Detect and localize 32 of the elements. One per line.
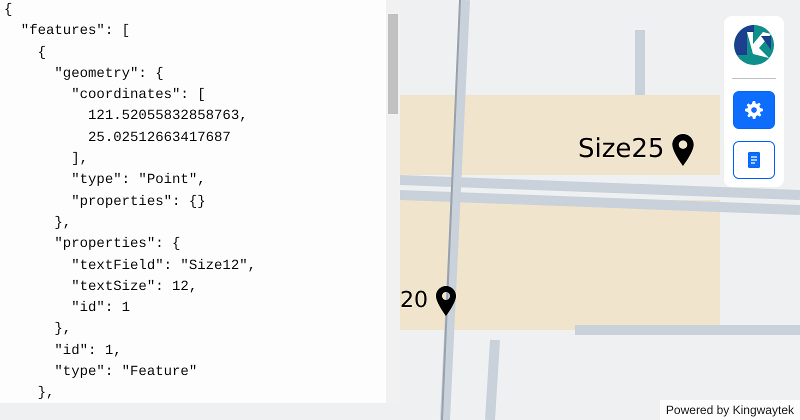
code-line: "type": "Point", [70,171,206,190]
code-line: "type": "Feature" [53,363,198,382]
document-button[interactable] [733,141,775,179]
attribution-text: Powered by Kingwaytek [660,400,800,420]
code-line: "textField": "Size12", [70,256,256,276]
code-line: "textSize": 12, [70,278,198,297]
document-icon [748,152,760,168]
settings-icon [745,101,763,119]
settings-button[interactable] [733,91,775,129]
code-line: "properties": { [53,235,180,254]
code-line: 25.02512663417687 [87,128,231,148]
code-line: "id": 1 [70,299,130,318]
code-line: "features": [ [20,22,130,42]
map-pin-icon [436,286,456,316]
code-line: ], [70,150,88,170]
code-line: 121.52055832858763, [87,107,248,126]
code-line: "id": 1, [53,342,122,361]
map-pin-icon [672,134,694,166]
code-line: { [36,44,46,63]
code-line: }, [36,384,54,403]
code-line: }, [53,320,72,340]
marker-label: 20 [400,287,428,315]
code-line: }, [53,214,72,233]
code-line: { [4,1,12,20]
road [635,30,645,95]
code-line: "properties": {} [70,192,206,212]
map[interactable] [0,0,800,420]
logo-icon [733,24,775,66]
code-line: "coordinates": [ [70,86,206,106]
marker-label: Size25 [578,133,664,166]
scrollbar[interactable] [386,0,400,403]
code-line: "geometry": { [53,64,164,84]
